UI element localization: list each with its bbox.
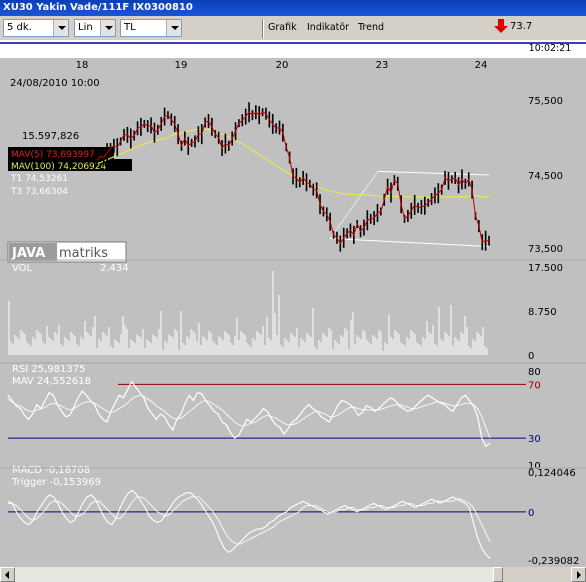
y-tick-label: -0,239082 (528, 556, 579, 567)
y-tick-label: 73,500 (528, 244, 563, 255)
toolbar-divider (262, 19, 264, 38)
horizontal-scrollbar[interactable] (0, 567, 586, 582)
cursor-date-label: 24/08/2010 10:00 (10, 78, 100, 89)
legend-t1: T1 74,53261 (10, 174, 68, 184)
last-value: 73.7 (510, 21, 533, 32)
y-tick-label: 75,500 (528, 96, 563, 107)
vol-label: VOL (12, 263, 33, 274)
x-tick-label: 23 (376, 60, 389, 71)
red-down-arrow-icon (494, 19, 508, 33)
logo-matriks-text: matriks (59, 246, 108, 261)
menu-trend[interactable]: Trend (358, 22, 384, 33)
y-tick-label: 0 (528, 351, 534, 362)
menu-grafik[interactable]: Grafik (268, 22, 297, 33)
toolbar: 5 dk. Lin TL Grafik Indikatör Trend 73.7 (0, 16, 586, 40)
y-tick-label: 80 (528, 367, 541, 378)
y-tick-label: 70 (528, 380, 541, 391)
chevron-down-icon[interactable] (166, 20, 181, 36)
scroll-thumb[interactable] (493, 567, 503, 582)
chevron-down-icon[interactable] (100, 20, 115, 36)
currency-select[interactable]: TL (120, 19, 182, 37)
logo-java-text: JAVA (11, 246, 45, 261)
legend-mav100: MAV(100) 74,206924 (11, 162, 107, 172)
y-tick-label: 0 (528, 508, 534, 519)
x-tick-label: 20 (276, 60, 289, 71)
period-select[interactable]: 5 dk. (3, 19, 69, 37)
currency-value: TL (124, 22, 136, 33)
javamatriks-logo: JAVA matriks (7, 241, 127, 263)
chart-area[interactable]: 10:02:21 18 19 20 23 24 75,500 74,500 73,500 24/0… (0, 40, 586, 567)
time-label: 10:02:21 (529, 43, 572, 54)
y-tick-label: 0,124046 (528, 468, 576, 479)
y-tick-label: 8.750 (528, 307, 557, 318)
scale-value: Lin (78, 22, 93, 33)
x-tick-label: 18 (76, 60, 89, 71)
macd-trigger-label: Trigger -0,153969 (11, 477, 101, 488)
legend-mav5: MAV(5) 73,693997 (11, 150, 95, 160)
y-tick-label: 74,500 (528, 171, 563, 182)
scale-select[interactable]: Lin (74, 19, 116, 37)
price-value-label: 15.597,826 (22, 131, 79, 142)
y-tick-label: 30 (528, 434, 541, 445)
menu-indikator[interactable]: Indikatör (307, 22, 349, 33)
x-tick-label: 24 (475, 60, 488, 71)
legend-t3: T3 73,66304 (10, 187, 68, 197)
vol-value: 2.434 (100, 263, 129, 274)
x-tick-label: 19 (175, 60, 188, 71)
rsi-mav-label: MAV 24,552618 (12, 376, 91, 387)
window-title: XU30 Yakin Vade/111F IX0300810 (0, 0, 586, 16)
chevron-down-icon[interactable] (53, 20, 68, 36)
y-tick-label: 17.500 (528, 263, 563, 274)
scroll-right-button[interactable] (571, 567, 586, 582)
period-value: 5 dk. (7, 22, 32, 33)
rsi-label: RSI 25,981375 (12, 364, 86, 375)
scroll-track[interactable] (15, 567, 503, 582)
scroll-left-button[interactable] (0, 567, 15, 582)
macd-label: MACD -0,18708 (12, 465, 90, 476)
